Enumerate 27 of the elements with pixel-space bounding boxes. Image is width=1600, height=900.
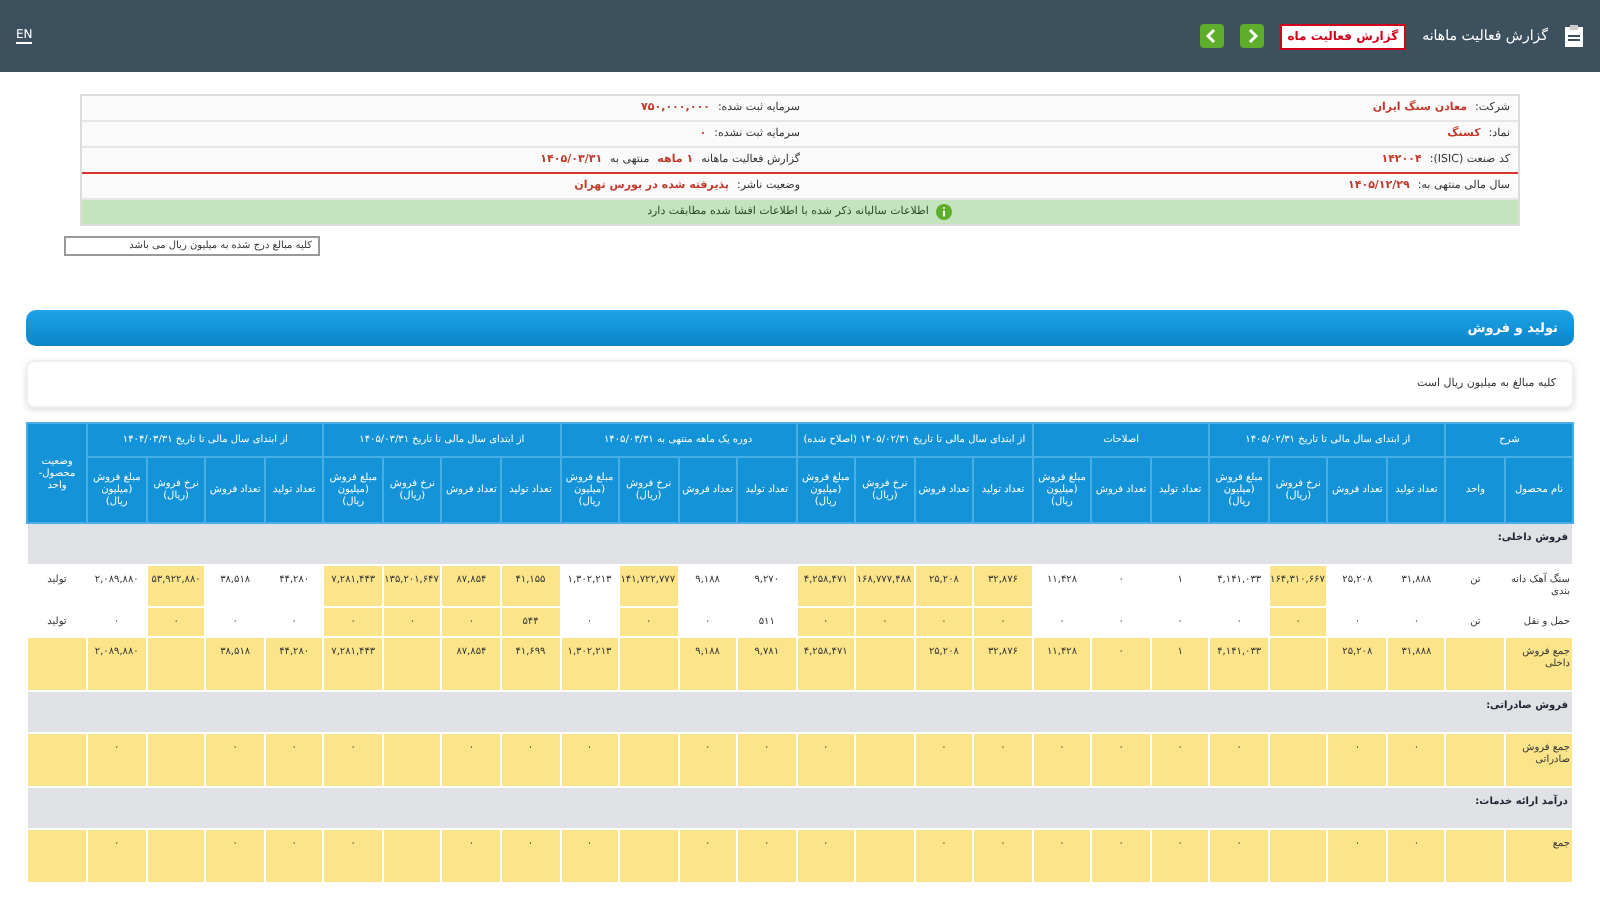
table-cell <box>855 733 915 787</box>
table-cell <box>619 637 679 691</box>
table-cell <box>1268 637 1328 691</box>
table-cell <box>1268 829 1328 883</box>
table-cell <box>146 829 206 883</box>
table-cell <box>382 637 442 691</box>
table-cell <box>382 829 442 883</box>
table-cell <box>27 829 87 883</box>
table-cell <box>855 637 915 691</box>
table-cell <box>1268 733 1328 787</box>
table-cell <box>146 637 206 691</box>
table-cell <box>619 829 679 883</box>
table-cell <box>619 733 679 787</box>
table-cell <box>1445 829 1505 883</box>
info-icon <box>936 204 953 220</box>
table-cell <box>1445 637 1505 691</box>
table-cell <box>27 733 87 787</box>
table-cell <box>27 637 87 691</box>
table-cell <box>855 829 915 883</box>
chevron-icon <box>1205 28 1218 44</box>
next-button[interactable] <box>1239 24 1264 48</box>
table-cell <box>146 733 206 787</box>
previous-button[interactable] <box>1199 24 1224 48</box>
table-cell <box>1445 733 1505 787</box>
chevron-icon <box>1245 28 1258 44</box>
table-cell <box>382 733 442 787</box>
clipboard-icon <box>1564 24 1584 48</box>
